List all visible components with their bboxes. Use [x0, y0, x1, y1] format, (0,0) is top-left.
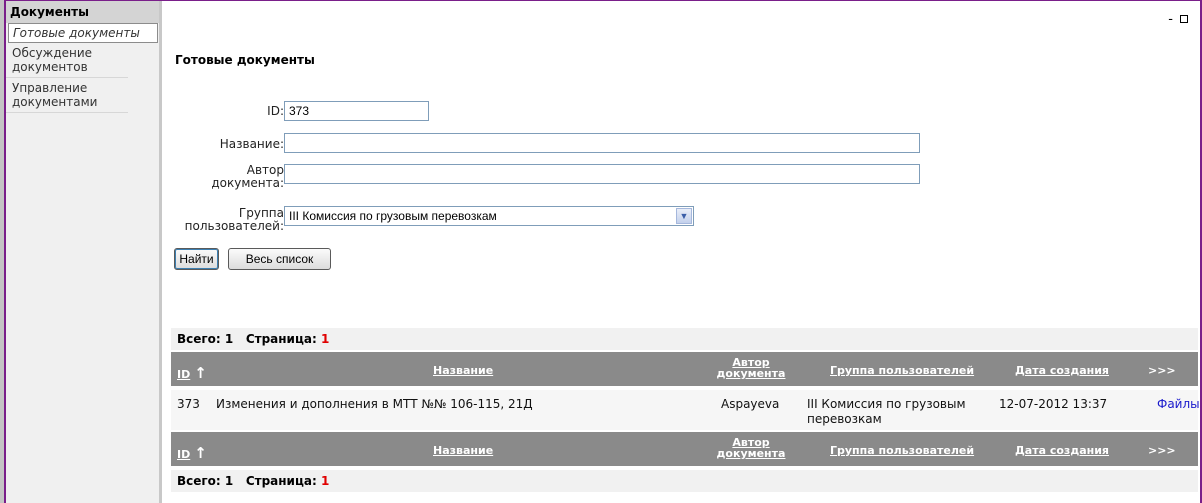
find-button[interactable]: Найти: [174, 248, 219, 270]
cell-id: 373: [177, 397, 200, 411]
page-title: Готовые документы: [175, 53, 315, 67]
th-more[interactable]: >>>: [1148, 364, 1176, 377]
sidebar: Документы Готовые документы Обсуждение д…: [6, 1, 162, 503]
table-row[interactable]: 373 Изменения и дополнения в МТТ №№ 106-…: [171, 390, 1200, 430]
th-name[interactable]: Название: [433, 364, 493, 377]
sidebar-title: Документы: [6, 1, 159, 23]
total-label: Всего:: [177, 332, 221, 346]
cell-name: Изменения и дополнения в МТТ №№ 106-115,…: [216, 397, 533, 411]
sort-up-arrow-icon: ↑: [194, 364, 207, 382]
sidebar-item-documents-discussion[interactable]: Обсуждение документов: [6, 43, 128, 78]
total-label: Всего:: [177, 474, 221, 488]
th-date[interactable]: Дата создания: [1015, 364, 1109, 377]
total-value: 1: [224, 474, 234, 488]
main-content: Готовые документы ID: 373 Название: Авто…: [162, 1, 1200, 503]
author-input[interactable]: [284, 164, 920, 184]
th-date[interactable]: Дата создания: [1015, 444, 1109, 457]
summary-top: Всего: 1 Страница: 1: [171, 328, 1198, 350]
page-label: Страница:: [245, 474, 317, 488]
sort-up-arrow-icon: ↑: [194, 444, 207, 462]
name-input[interactable]: [284, 133, 920, 153]
sidebar-item-documents-management[interactable]: Управление документами: [6, 78, 128, 113]
th-group[interactable]: Группа пользователей: [830, 364, 974, 377]
th-name[interactable]: Название: [433, 444, 493, 457]
page-number[interactable]: 1: [321, 474, 329, 488]
th-author[interactable]: Автор документа: [716, 357, 786, 379]
page-label: Страница:: [245, 332, 317, 346]
table-header-top: ID ↑ Название Автор документа Группа поль…: [171, 352, 1198, 386]
page-number[interactable]: 1: [321, 332, 329, 346]
total-value: 1: [224, 332, 234, 346]
id-input[interactable]: 373: [284, 101, 429, 121]
id-label: ID:: [267, 104, 284, 118]
th-group[interactable]: Группа пользователей: [830, 444, 974, 457]
group-label: Группа пользователей:: [184, 206, 284, 233]
author-label: Автор документа:: [211, 163, 284, 190]
show-all-button[interactable]: Весь список: [228, 248, 331, 270]
chevron-down-icon[interactable]: ▼: [676, 208, 692, 224]
files-link[interactable]: Файлы: [1157, 397, 1200, 411]
cell-date: 12-07-2012 13:37: [999, 397, 1108, 411]
th-id[interactable]: ID ↑: [177, 444, 207, 462]
cell-group: III Комиссия по грузовым перевозкам: [807, 397, 966, 426]
group-select[interactable]: III Комиссия по грузовым перевозкам ▼: [284, 206, 694, 226]
th-author[interactable]: Автор документа: [716, 437, 786, 459]
summary-bottom: Всего: 1 Страница: 1: [171, 470, 1198, 492]
sidebar-item-ready-documents[interactable]: Готовые документы: [8, 23, 158, 43]
th-more[interactable]: >>>: [1148, 444, 1176, 457]
table-header-bottom: ID ↑ Название Автор документа Группа поль…: [171, 432, 1198, 466]
group-select-value: III Комиссия по грузовым перевозкам: [289, 209, 497, 223]
th-id[interactable]: ID ↑: [177, 364, 207, 382]
cell-author: Aspayeva: [721, 397, 780, 411]
name-label: Название:: [219, 137, 284, 151]
